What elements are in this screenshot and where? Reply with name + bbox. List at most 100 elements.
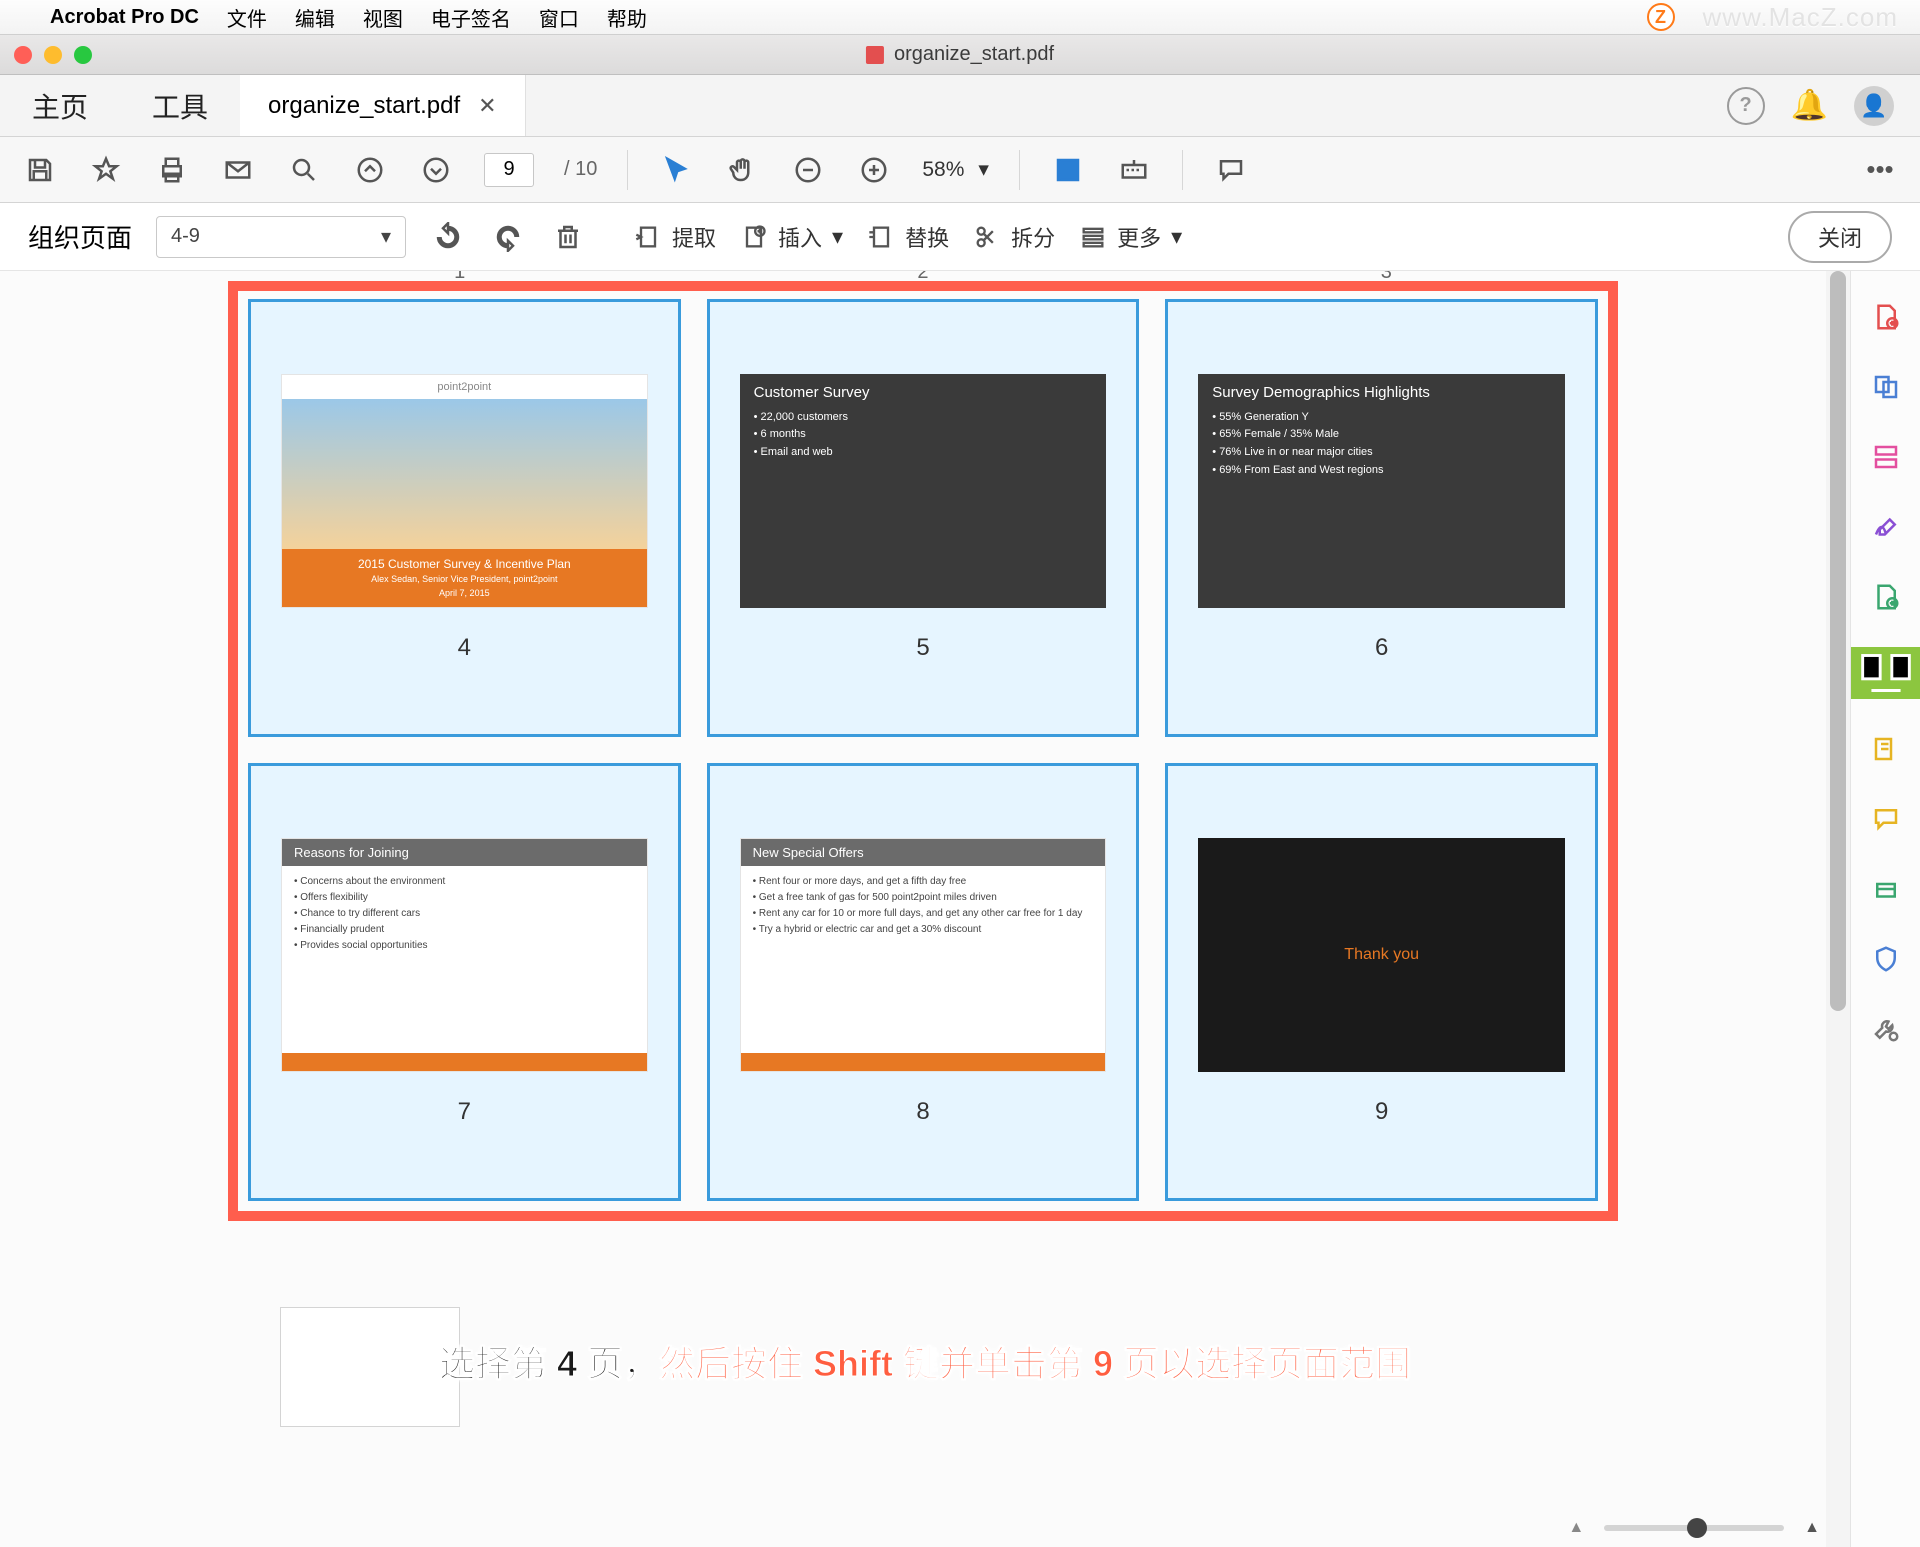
export-pdf-icon[interactable] xyxy=(1866,577,1906,617)
watermark-text: www.MacZ.com xyxy=(1703,2,1898,33)
search-icon[interactable] xyxy=(286,152,322,188)
user-avatar-icon[interactable]: 👤 xyxy=(1854,86,1894,126)
replace-button[interactable]: 替换 xyxy=(867,221,949,253)
mac-menubar: Acrobat Pro DC 文件 编辑 视图 电子签名 窗口 帮助 Z www… xyxy=(0,0,1920,35)
document-title-text: organize_start.pdf xyxy=(894,43,1054,66)
fit-page-icon[interactable] xyxy=(1050,152,1086,188)
tab-tools[interactable]: 工具 xyxy=(120,75,240,136)
zoom-in-icon[interactable] xyxy=(856,152,892,188)
bell-icon[interactable]: 🔔 xyxy=(1791,88,1828,123)
page-thumbnail-5[interactable]: Customer Survey • 22,000 customers• 6 mo… xyxy=(707,299,1140,737)
delete-icon[interactable] xyxy=(550,219,586,255)
pointer-icon[interactable] xyxy=(658,152,694,188)
zoom-out-icon[interactable] xyxy=(790,152,826,188)
thumbnail-number: 9 xyxy=(1375,1098,1388,1126)
help-icon[interactable]: ? xyxy=(1727,87,1765,125)
document-title: organize_start.pdf xyxy=(866,43,1054,66)
page-down-icon[interactable] xyxy=(418,152,454,188)
tab-active[interactable]: organize_start.pdf ✕ xyxy=(240,75,526,136)
menu-esign[interactable]: 电子签名 xyxy=(431,3,511,32)
app-name[interactable]: Acrobat Pro DC xyxy=(50,6,199,29)
zoom-slider-footer: ▲ ▲ xyxy=(1568,1519,1820,1537)
thumbnails-panel: 1 2 3 point2point 2015 Customer Survey &… xyxy=(0,271,1850,1547)
chevron-down-icon: ▾ xyxy=(832,224,843,250)
edit-pdf-icon[interactable] xyxy=(1866,437,1906,477)
comment-icon[interactable] xyxy=(1213,152,1249,188)
traffic-lights xyxy=(14,46,92,64)
more-icon[interactable]: ••• xyxy=(1862,152,1898,188)
thumbnail-number: 4 xyxy=(458,634,471,662)
window-titlebar: organize_start.pdf xyxy=(0,35,1920,75)
page-thumbnail-6[interactable]: Survey Demographics Highlights • 55% Gen… xyxy=(1165,299,1598,737)
scan-icon[interactable] xyxy=(1866,869,1906,909)
chevron-down-icon: ▾ xyxy=(1171,224,1182,250)
thumbnail-number: 8 xyxy=(916,1098,929,1126)
tab-active-label: organize_start.pdf xyxy=(268,92,460,120)
thumbnail-number: 6 xyxy=(1375,634,1388,662)
close-button[interactable]: 关闭 xyxy=(1788,211,1892,263)
print-icon[interactable] xyxy=(154,152,190,188)
zoom-small-icon[interactable]: ▲ xyxy=(1568,1519,1584,1537)
menu-edit[interactable]: 编辑 xyxy=(295,3,335,32)
minimize-window-icon[interactable] xyxy=(44,46,62,64)
menu-view[interactable]: 视图 xyxy=(363,3,403,32)
thumbnail-number: 7 xyxy=(458,1098,471,1126)
rotate-left-icon[interactable] xyxy=(430,219,466,255)
page-10-thumbnail[interactable] xyxy=(280,1307,460,1427)
star-icon[interactable] xyxy=(88,152,124,188)
organize-pages-icon[interactable] xyxy=(1851,647,1920,699)
speech-icon[interactable] xyxy=(1866,799,1906,839)
tab-row: 主页 工具 organize_start.pdf ✕ ? 🔔 👤 xyxy=(0,75,1920,137)
slide-content: Survey Demographics Highlights • 55% Gen… xyxy=(1198,374,1565,608)
mail-icon[interactable] xyxy=(220,152,256,188)
tools-wrench-icon[interactable] xyxy=(1866,1009,1906,1049)
more-button[interactable]: 更多▾ xyxy=(1079,221,1182,253)
zoom-large-icon[interactable]: ▲ xyxy=(1804,1519,1820,1537)
thumbnail-number: 5 xyxy=(916,634,929,662)
close-window-icon[interactable] xyxy=(14,46,32,64)
combine-files-icon[interactable] xyxy=(1866,367,1906,407)
menu-help[interactable]: 帮助 xyxy=(607,3,647,32)
pdf-icon xyxy=(866,46,884,64)
page-thumbnail-7[interactable]: Reasons for Joining • Concerns about the… xyxy=(248,763,681,1201)
menu-window[interactable]: 窗口 xyxy=(539,3,579,32)
create-pdf-icon[interactable] xyxy=(1866,297,1906,337)
keyboard-icon[interactable] xyxy=(1116,152,1152,188)
page-total-label: / 10 xyxy=(564,158,597,181)
split-button[interactable]: 拆分 xyxy=(973,221,1055,253)
tab-home[interactable]: 主页 xyxy=(0,75,120,136)
sign-icon[interactable] xyxy=(1866,507,1906,547)
right-sidebar xyxy=(1850,271,1920,1547)
zoom-slider[interactable] xyxy=(1604,1525,1784,1531)
slide-content: Reasons for Joining • Concerns about the… xyxy=(281,838,648,1072)
page-up-icon[interactable] xyxy=(352,152,388,188)
menu-file[interactable]: 文件 xyxy=(227,3,267,32)
slide-content: Thank you xyxy=(1198,838,1565,1072)
zoom-dropdown[interactable]: 58% ▾ xyxy=(922,157,989,182)
thumbnails-grid: point2point 2015 Customer Survey & Incen… xyxy=(248,299,1598,1201)
zoom-window-icon[interactable] xyxy=(74,46,92,64)
slide-content: point2point 2015 Customer Survey & Incen… xyxy=(281,374,648,608)
organize-pages-bar: 组织页面 4-9▾ 提取 插入▾ 替换 拆分 更多▾ 关闭 xyxy=(0,203,1920,271)
page-thumbnail-9[interactable]: Thank you 9 xyxy=(1165,763,1598,1201)
page-thumbnail-4[interactable]: point2point 2015 Customer Survey & Incen… xyxy=(248,299,681,737)
chevron-down-icon: ▾ xyxy=(381,224,391,249)
tab-close-icon[interactable]: ✕ xyxy=(478,93,496,119)
slide-content: Customer Survey • 22,000 customers• 6 mo… xyxy=(740,374,1107,608)
page-number-input[interactable] xyxy=(484,153,534,187)
comment-tool-icon[interactable] xyxy=(1866,729,1906,769)
vertical-scrollbar[interactable] xyxy=(1826,271,1850,1547)
z-badge-icon: Z xyxy=(1647,3,1675,31)
page-range-select[interactable]: 4-9▾ xyxy=(156,216,406,258)
insert-button[interactable]: 插入▾ xyxy=(740,221,843,253)
hand-icon[interactable] xyxy=(724,152,760,188)
page-thumbnail-8[interactable]: New Special Offers • Rent four or more d… xyxy=(707,763,1140,1201)
protect-icon[interactable] xyxy=(1866,939,1906,979)
organize-title: 组织页面 xyxy=(28,218,132,255)
chevron-down-icon: ▾ xyxy=(978,157,989,182)
extract-button[interactable]: 提取 xyxy=(634,221,716,253)
slide-content: New Special Offers • Rent four or more d… xyxy=(740,838,1107,1072)
save-icon[interactable] xyxy=(22,152,58,188)
main-toolbar: / 10 58% ▾ ••• xyxy=(0,137,1920,203)
rotate-right-icon[interactable] xyxy=(490,219,526,255)
